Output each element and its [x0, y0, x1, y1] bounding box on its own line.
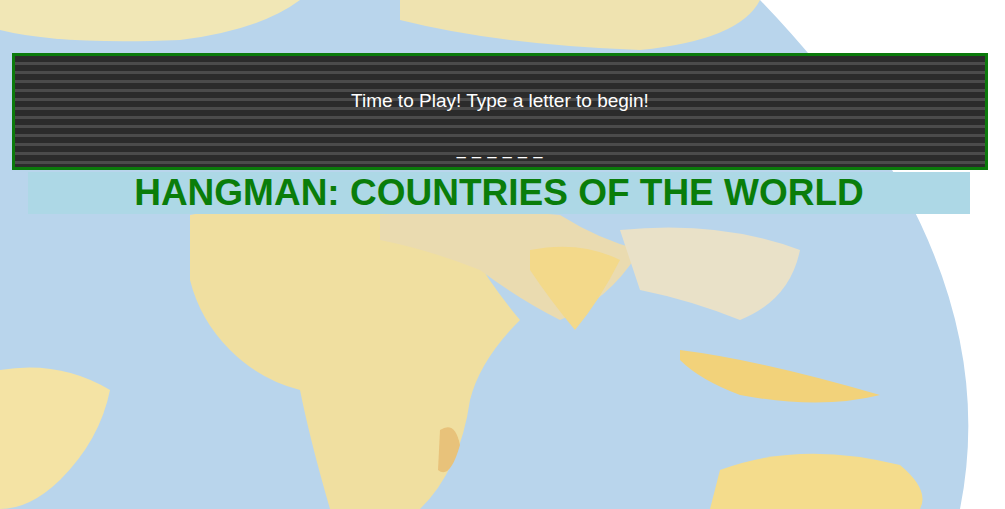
page-title: HANGMAN: COUNTRIES OF THE WORLD	[28, 172, 970, 214]
game-panel: Time to Play! Type a letter to begin! _ _…	[12, 53, 988, 170]
game-message: Time to Play! Type a letter to begin!	[15, 89, 985, 113]
game-page: Time to Play! Type a letter to begin! _ _…	[0, 0, 1005, 509]
word-blanks: _ _ _ _ _ _	[15, 141, 985, 159]
